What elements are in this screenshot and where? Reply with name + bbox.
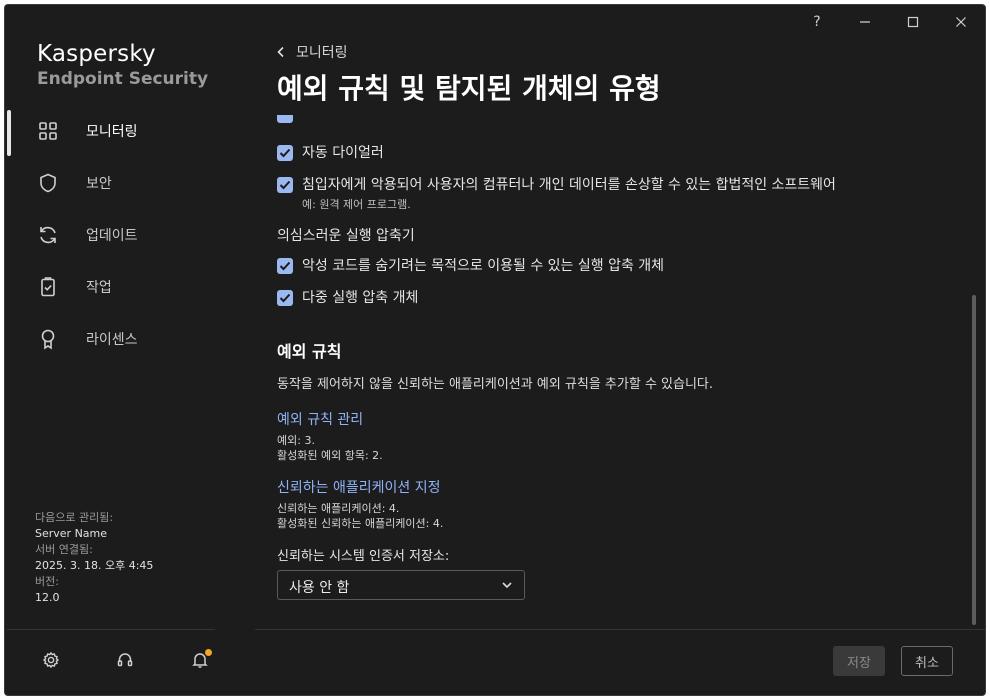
checkbox-hint: 예: 원격 제어 프로그램. [302,198,411,211]
maximize-button[interactable] [889,5,937,39]
checkbox-row-packed-malicious[interactable]: 악성 코드를 숨기려는 목적으로 이용될 수 있는 실행 압축 개체 [277,257,664,275]
checkbox[interactable] [277,177,293,193]
cancel-button[interactable]: 취소 [901,646,953,676]
managed-by-label: 다음으로 관리됨: [35,511,114,524]
page-title: 예외 규칙 및 탐지된 개체의 유형 [277,72,661,105]
checkbox-label: 악성 코드를 숨기려는 목적으로 이용될 수 있는 실행 압축 개체 [302,258,665,274]
cert-store-label: 신뢰하는 시스템 인증서 저장소: [277,549,450,564]
checkbox[interactable] [277,115,293,123]
checkmark-icon [279,148,291,158]
minimize-icon [860,21,870,23]
cert-store-select[interactable]: 사용 안 함 [277,570,525,600]
checkmark-icon [279,261,291,271]
product-name: Endpoint Security [37,69,209,89]
checkbox-row-multi-packed[interactable]: 다중 실행 압축 개체 [277,289,418,307]
sidebar-item-label: 작업 [86,280,112,296]
close-icon [956,17,966,27]
checkbox[interactable] [277,258,293,274]
checkbox-row-auto-dialers[interactable]: 자동 다이얼러 [277,144,384,162]
sidebar-item-security[interactable]: 보안 [5,161,255,205]
management-info: 다음으로 관리됨: Server Name 서버 연결됨: 2025. 3. 1… [35,510,153,606]
connected-value: 2025. 3. 18. 오후 4:45 [35,559,154,572]
version-label: 버전: [35,575,59,588]
sidebar-item-label: 보안 [86,176,112,192]
chevron-left-icon [277,46,284,58]
close-button[interactable] [937,5,985,39]
bell-icon[interactable] [190,649,212,670]
footer-divider [255,629,985,630]
help-button[interactable]: ? [793,5,841,39]
refresh-icon [37,224,59,246]
checkbox[interactable] [277,145,293,161]
checkbox-label: 자동 다이얼러 [302,145,384,161]
trusted-apps-stats: 신뢰하는 애플리케이션: 4. 활성화된 신뢰하는 애플리케이션: 4. [277,501,443,531]
brand-name: Kaspersky [37,41,156,67]
sidebar-item-label: 모니터링 [86,124,138,140]
active-exclusions-count: 활성화된 예외 항목: 2. [277,449,383,462]
connected-label: 서버 연결됨: [35,543,93,556]
content-scrollbar[interactable] [972,295,976,625]
notification-badge [205,649,212,656]
maximize-icon [907,16,919,28]
sidebar-item-label: 라이센스 [86,332,138,348]
checkbox-row-clipped[interactable] [277,115,293,123]
exclusions-count: 예외: 3. [277,434,315,447]
checkmark-icon [279,180,291,190]
chevron-down-icon [502,582,512,589]
sidebar-item-label: 업데이트 [86,228,138,244]
cert-store-selected-value: 사용 안 함 [289,580,350,596]
manage-exclusions-link[interactable]: 예외 규칙 관리 [277,409,363,429]
managed-by-value: Server Name [35,527,108,540]
settings-content: 자동 다이얼러 침입자에게 악용되어 사용자의 컴퓨터나 개인 데이터를 손상할… [255,115,970,630]
settings-icon[interactable] [41,650,61,670]
minimize-button[interactable] [841,5,889,39]
checkbox-label: 다중 실행 압축 개체 [302,290,419,306]
sidebar-item-license[interactable]: 라이센스 [5,317,255,361]
checkmark-icon [279,293,291,303]
version-value: 12.0 [35,591,60,604]
trusted-apps-count: 신뢰하는 애플리케이션: 4. [277,502,400,515]
trusted-apps-link[interactable]: 신뢰하는 애플리케이션 지정 [277,477,440,497]
checkbox-label: 침입자에게 악용되어 사용자의 컴퓨터나 개인 데이터를 손상할 수 있는 합법… [302,177,836,193]
app-window: ? Kaspersky Endpoint Security 모니터링 보안 업데… [5,5,985,695]
save-button[interactable]: 저장 [833,646,885,676]
dashboard-icon [37,120,59,142]
back-link[interactable]: 모니터링 [276,42,348,62]
back-link-label: 모니터링 [296,45,348,61]
exclusions-description: 동작을 제어하지 않을 신뢰하는 애플리케이션과 예외 규칙을 추가할 수 있습… [277,377,714,392]
help-icon: ? [813,14,821,30]
sidebar-item-update[interactable]: 업데이트 [5,213,255,257]
sidebar-item-monitoring[interactable]: 모니터링 [5,109,255,153]
active-trusted-apps-count: 활성화된 신뢰하는 애플리케이션: 4. [277,517,444,530]
sidebar-divider [7,629,215,630]
award-icon [37,328,59,350]
sidebar-item-tasks[interactable]: 작업 [5,265,255,309]
clipboard-check-icon [37,276,59,298]
shield-icon [37,172,59,194]
packers-heading: 의심스러운 실행 압축기 [277,228,415,244]
checkbox[interactable] [277,290,293,306]
headset-icon[interactable] [115,650,135,670]
exclusions-heading: 예외 규칙 [277,342,342,361]
sidebar: Kaspersky Endpoint Security 모니터링 보안 업데이트… [5,5,255,695]
checkbox-row-legit-software[interactable]: 침입자에게 악용되어 사용자의 컴퓨터나 개인 데이터를 손상할 수 있는 합법… [277,176,836,214]
exclusions-stats: 예외: 3. 활성화된 예외 항목: 2. [277,433,383,463]
